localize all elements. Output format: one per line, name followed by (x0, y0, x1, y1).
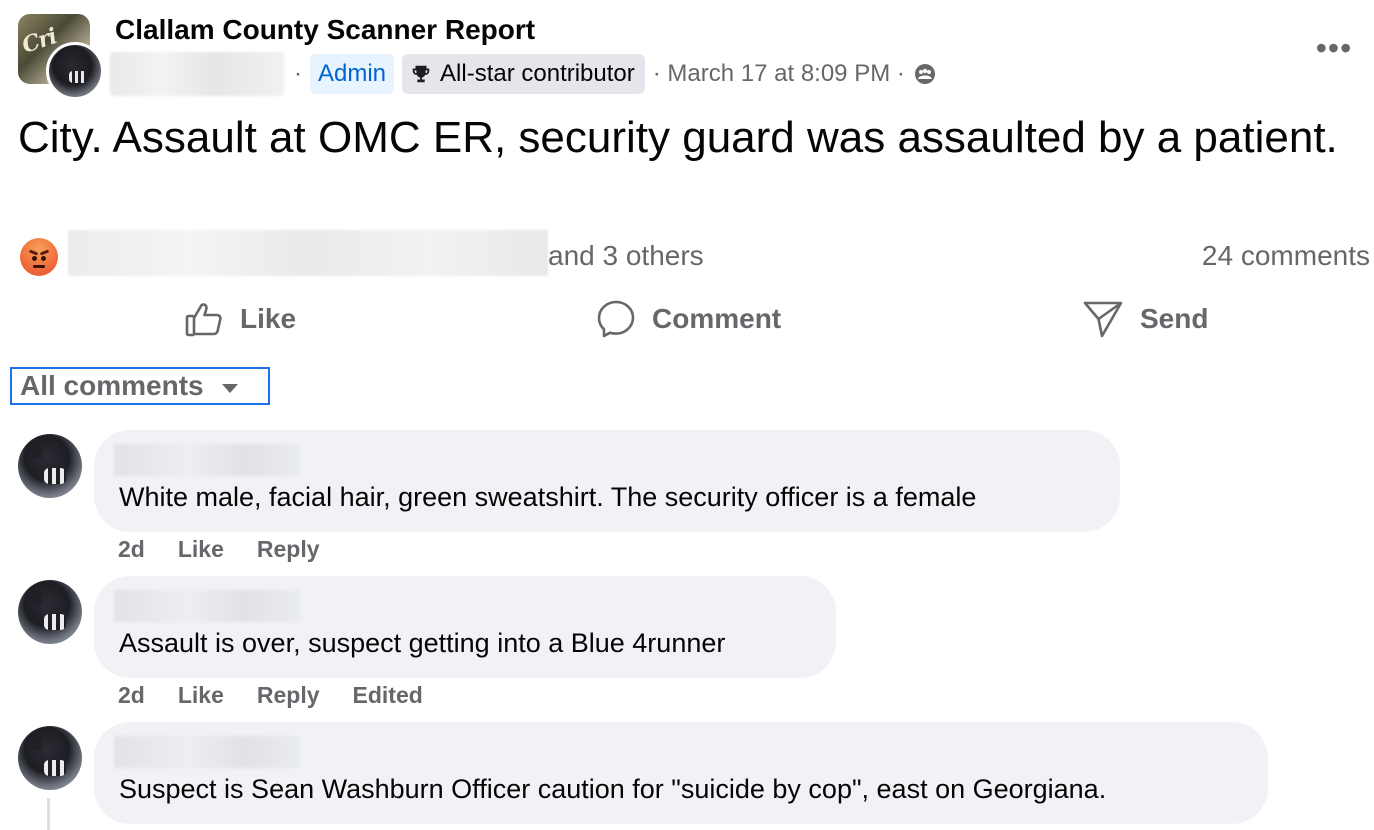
reactor-names-redacted[interactable] (68, 230, 548, 276)
send-arrow-icon (1083, 301, 1123, 338)
comment-timestamp[interactable]: 2d (118, 536, 145, 563)
commenter-name-redacted[interactable] (114, 736, 300, 768)
comment-text: White male, facial hair, green sweatshir… (119, 482, 977, 512)
reply-thread-line (47, 798, 50, 830)
comment-reply-button[interactable]: Reply (257, 536, 320, 563)
comment-reply-button[interactable]: Reply (257, 682, 320, 709)
comment-count-link[interactable]: 24 comments (1202, 240, 1370, 272)
post-body-text: City. Assault at OMC ER, security guard … (18, 113, 1338, 162)
comment-like-button[interactable]: Like (178, 682, 224, 709)
comment-meta: 2d Like Reply (118, 536, 353, 563)
caret-down-icon (221, 383, 238, 393)
allstar-badge-label: All-star contributor (440, 60, 635, 87)
trophy-icon (412, 65, 430, 83)
comment-button[interactable]: Comment (596, 296, 781, 342)
thumbs-up-icon (185, 303, 222, 337)
angry-reaction-icon[interactable] (20, 238, 58, 276)
post-timestamp[interactable]: · March 17 at 8:09 PM · (653, 60, 905, 88)
comment-text: Assault is over, suspect getting into a … (119, 628, 726, 658)
admin-badge[interactable]: Admin (310, 54, 395, 94)
comment-bubble: Suspect is Sean Washburn Officer caution… (94, 722, 1268, 824)
comment-meta: 2d Like Reply Edited (118, 682, 456, 709)
author-name-redacted[interactable] (110, 52, 284, 96)
like-button-label: Like (240, 303, 297, 334)
comment-text: Suspect is Sean Washburn Officer caution… (119, 774, 1107, 804)
more-options-icon[interactable]: ••• (1310, 30, 1358, 66)
reactions-summary: and 3 others 24 comments (18, 230, 1370, 282)
comment-timestamp[interactable]: 2d (118, 682, 145, 709)
comment-bubble: White male, facial hair, green sweatshir… (94, 430, 1120, 532)
speech-bubble-icon (597, 300, 635, 338)
comment-edited-label[interactable]: Edited (353, 682, 423, 709)
author-avatar[interactable] (46, 42, 104, 100)
meta-separator: · (294, 60, 302, 87)
comment-button-label: Comment (652, 303, 782, 334)
commenter-avatar[interactable] (18, 434, 82, 498)
group-name-link[interactable]: Clallam County Scanner Report (115, 14, 535, 46)
commenter-avatar[interactable] (18, 726, 82, 790)
comment-bubble: Assault is over, suspect getting into a … (94, 576, 836, 678)
post-meta-row: · Admin All-star contributor · March 17 … (110, 52, 937, 96)
commenter-avatar[interactable] (18, 580, 82, 644)
commenter-name-redacted[interactable] (114, 590, 300, 622)
like-button[interactable]: Like (184, 296, 296, 342)
group-audience-icon[interactable] (913, 62, 937, 86)
sort-label: All comments (20, 370, 204, 401)
allstar-badge[interactable]: All-star contributor (402, 54, 645, 94)
send-button-label: Send (1140, 303, 1209, 334)
send-button[interactable]: Send (1082, 296, 1208, 342)
commenter-name-redacted[interactable] (114, 444, 300, 476)
reactors-others-link[interactable]: and 3 others (548, 240, 704, 272)
comments-sort-dropdown[interactable]: All comments (10, 367, 270, 405)
comment-like-button[interactable]: Like (178, 536, 224, 563)
